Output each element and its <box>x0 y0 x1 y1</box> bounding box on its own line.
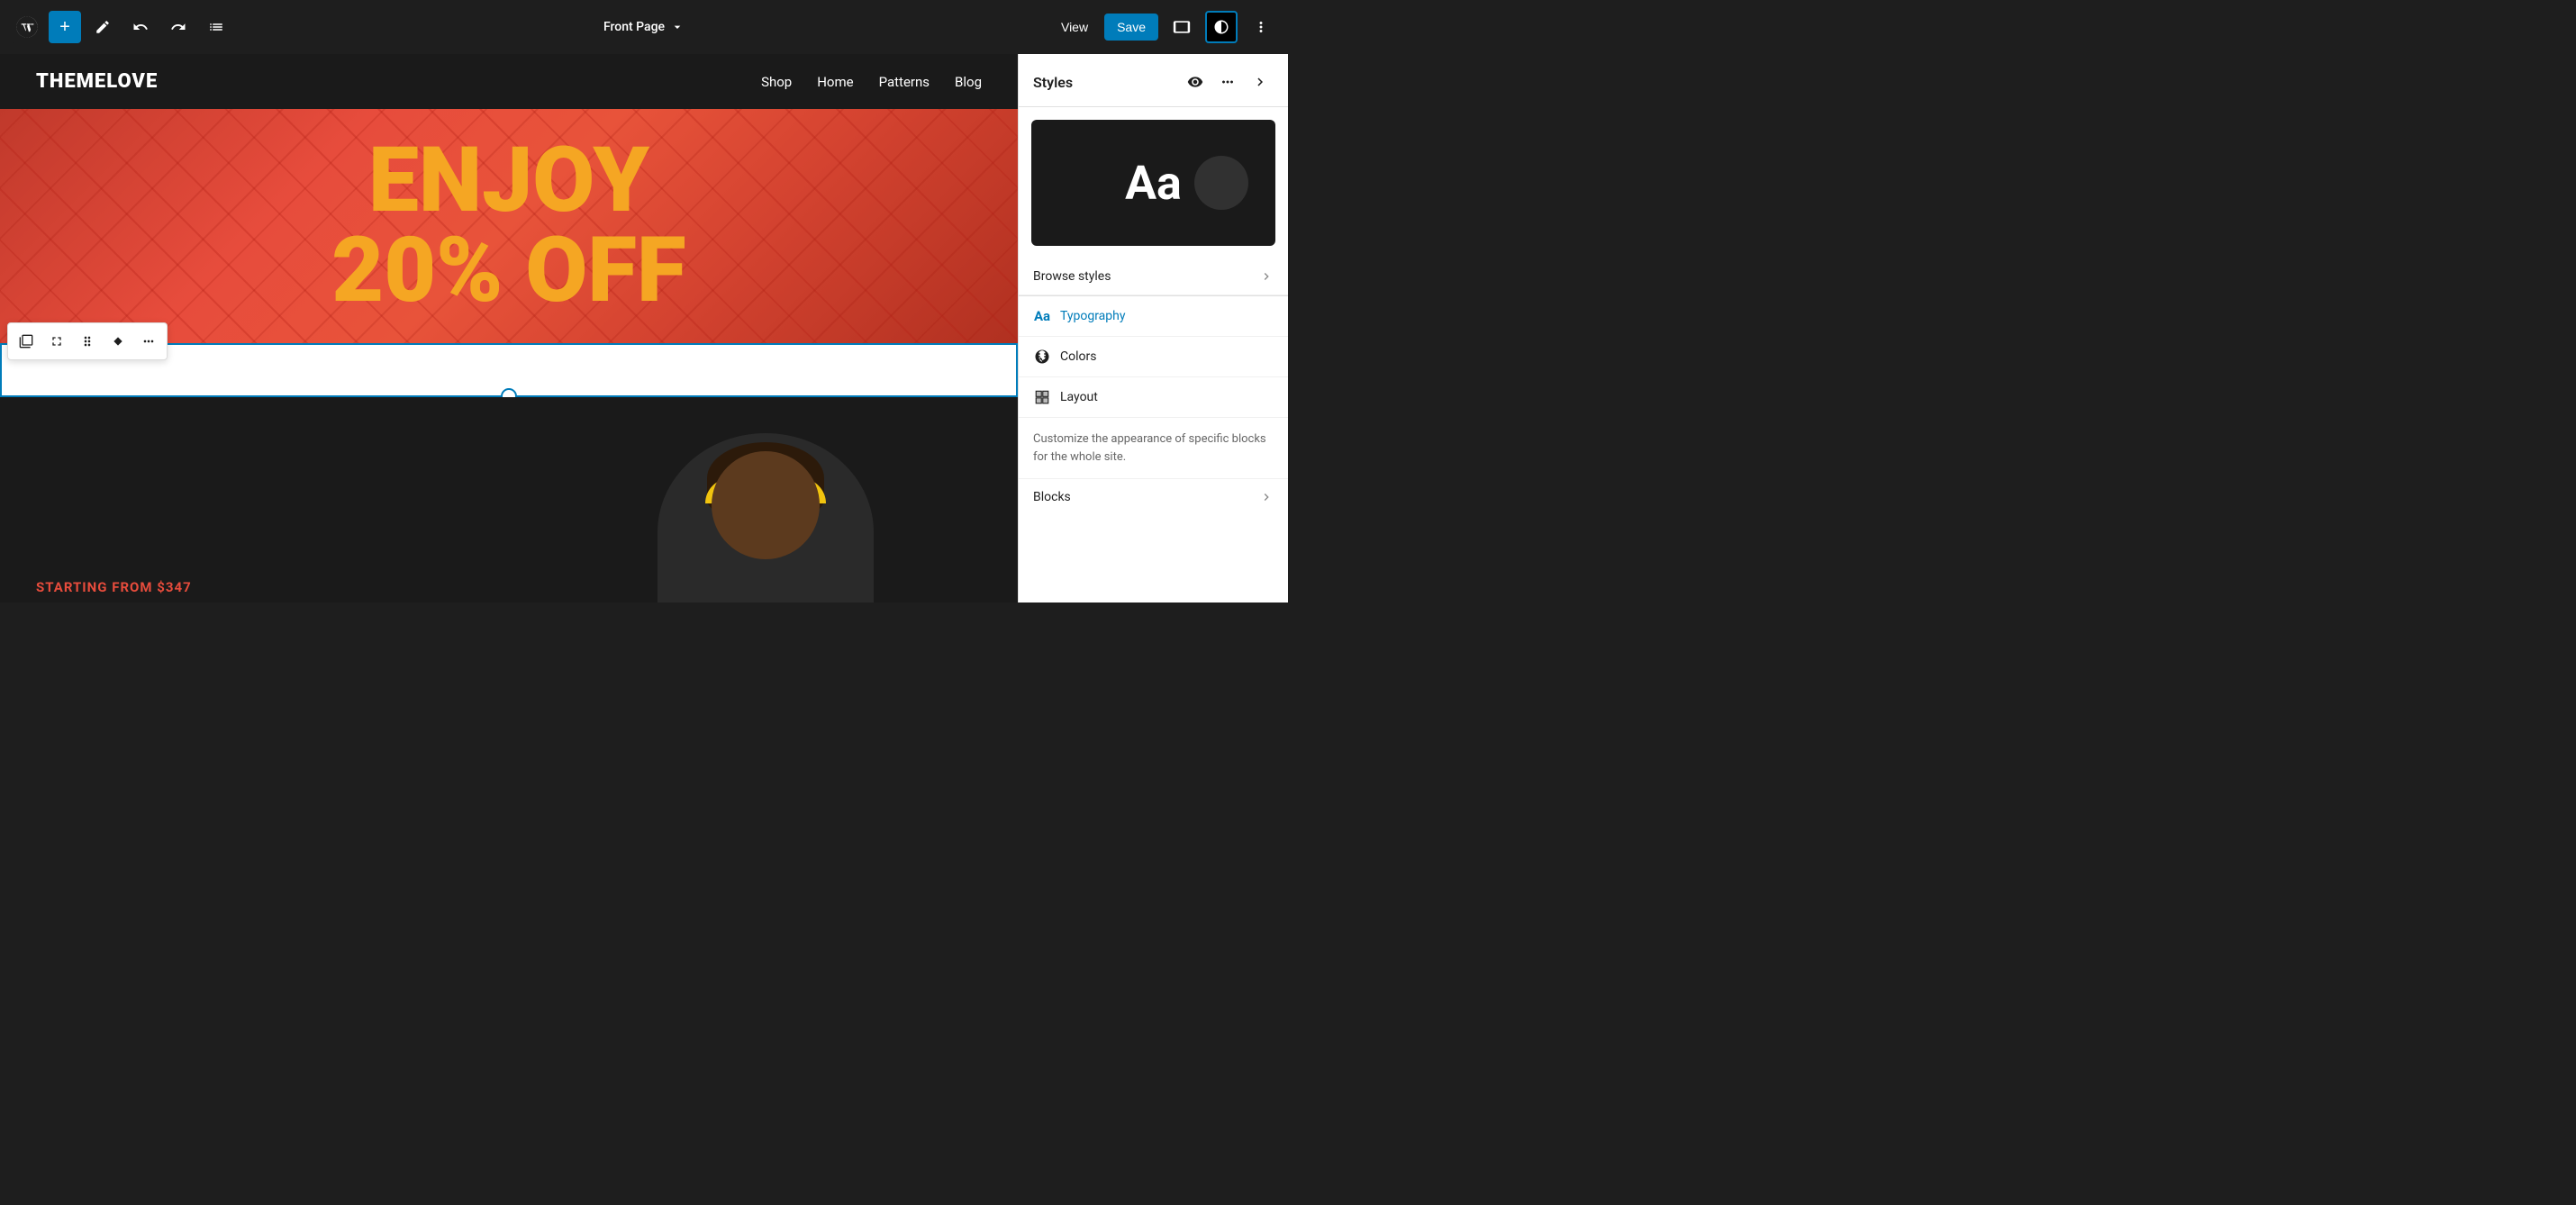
panel-title: Styles <box>1033 74 1073 91</box>
page-title-button[interactable]: Front Page <box>603 20 685 34</box>
hero-line1: ENJOY <box>331 136 686 226</box>
description-text: Customize the appearance of specific blo… <box>1019 418 1288 479</box>
styles-button[interactable] <box>1205 11 1238 43</box>
browse-styles-row[interactable]: Browse styles <box>1019 258 1288 295</box>
more-horiz-icon <box>141 334 156 349</box>
site-logo: THEMELOVE <box>36 70 158 93</box>
starting-from-text: STARTING FROM $347 <box>36 579 192 595</box>
site-nav: Shop Home Patterns Blog <box>761 74 982 90</box>
pencil-icon <box>95 19 111 35</box>
typography-label-wrapper: Aa Typography <box>1033 307 1125 325</box>
more-block-options-button[interactable] <box>134 327 163 356</box>
block-toolbar <box>7 322 168 360</box>
person-head <box>712 451 820 559</box>
hero-text: ENJOY 20% OFF <box>331 136 686 316</box>
layout-label: Layout <box>1060 390 1098 404</box>
select-parent-button[interactable] <box>12 327 41 356</box>
colors-label: Colors <box>1060 349 1096 364</box>
half-circle-icon <box>1213 19 1229 35</box>
eye-icon <box>1187 74 1203 90</box>
list-icon <box>208 19 224 35</box>
page-title-label: Front Page <box>603 20 665 34</box>
preview-mode-button[interactable] <box>1166 11 1198 43</box>
nav-shop[interactable]: Shop <box>761 74 792 90</box>
undo-button[interactable] <box>124 11 157 43</box>
style-preview[interactable]: Aa <box>1031 120 1275 246</box>
list-view-button[interactable] <box>200 11 232 43</box>
view-button[interactable]: View <box>1052 14 1097 40</box>
droplet-icon <box>1034 349 1050 365</box>
colors-row[interactable]: Colors <box>1019 337 1288 377</box>
select-parent-icon <box>19 334 33 349</box>
plus-icon: + <box>59 17 70 38</box>
typography-icon: Aa <box>1033 307 1051 325</box>
save-button[interactable]: Save <box>1104 14 1158 41</box>
blocks-label: Blocks <box>1033 490 1071 504</box>
drag-icon <box>80 334 95 349</box>
wp-logo-icon <box>14 14 40 40</box>
toolbar-left: + <box>11 11 232 43</box>
blocks-row[interactable]: Blocks <box>1019 479 1288 515</box>
up-down-icon <box>111 334 125 349</box>
chevron-down-icon <box>670 20 685 34</box>
more-vertical-icon <box>1253 19 1269 35</box>
nav-blog[interactable]: Blog <box>955 74 982 90</box>
toolbar-right: View Save <box>1052 11 1277 43</box>
browse-styles-chevron-icon <box>1259 269 1274 284</box>
move-up-down-button[interactable] <box>104 327 132 356</box>
layout-grid-icon <box>1034 389 1050 405</box>
more-dots-icon <box>1220 74 1236 90</box>
colors-icon <box>1033 348 1051 366</box>
redo-icon <box>170 19 186 35</box>
panel-header-icons <box>1182 68 1274 95</box>
typography-label: Typography <box>1060 309 1125 323</box>
redo-button[interactable] <box>162 11 195 43</box>
expand-icon <box>50 334 64 349</box>
style-book-button[interactable] <box>1182 68 1209 95</box>
nav-patterns[interactable]: Patterns <box>879 74 930 90</box>
hero-line2: 20% OFF <box>331 226 686 316</box>
panel-more-button[interactable] <box>1214 68 1241 95</box>
style-preview-text: Aa <box>1125 156 1182 211</box>
panel-header: Styles <box>1019 54 1288 107</box>
main-area: THEMELOVE Shop Home Patterns Blog ENJOY … <box>0 54 1288 602</box>
hero-banner: ENJOY 20% OFF <box>0 109 1018 343</box>
typography-row[interactable]: Aa Typography <box>1019 296 1288 337</box>
close-panel-button[interactable] <box>1247 68 1274 95</box>
layout-icon <box>1033 388 1051 406</box>
style-preview-circle <box>1194 156 1248 210</box>
tablet-icon <box>1173 18 1191 36</box>
layout-label-wrapper: Layout <box>1033 388 1098 406</box>
more-options-button[interactable] <box>1245 11 1277 43</box>
site-header: THEMELOVE Shop Home Patterns Blog <box>0 54 1018 109</box>
nav-home[interactable]: Home <box>817 74 853 90</box>
blocks-chevron-icon <box>1259 490 1274 504</box>
person-silhouette <box>658 433 874 602</box>
undo-icon <box>132 19 149 35</box>
dark-section: STARTING FROM $347 <box>0 397 1018 602</box>
wp-logo-button[interactable] <box>11 11 43 43</box>
layout-row[interactable]: Layout <box>1019 377 1288 418</box>
chevron-right-panel-icon <box>1252 74 1268 90</box>
main-toolbar: + Front Page View Sa <box>0 0 1288 54</box>
canvas-area: THEMELOVE Shop Home Patterns Blog ENJOY … <box>0 54 1018 602</box>
browse-styles-label: Browse styles <box>1033 269 1111 284</box>
drag-handle-button[interactable] <box>73 327 102 356</box>
expand-button[interactable] <box>42 327 71 356</box>
colors-label-wrapper: Colors <box>1033 348 1096 366</box>
tools-button[interactable] <box>86 11 119 43</box>
right-panel: Styles <box>1018 54 1288 602</box>
add-block-button[interactable]: + <box>49 11 81 43</box>
